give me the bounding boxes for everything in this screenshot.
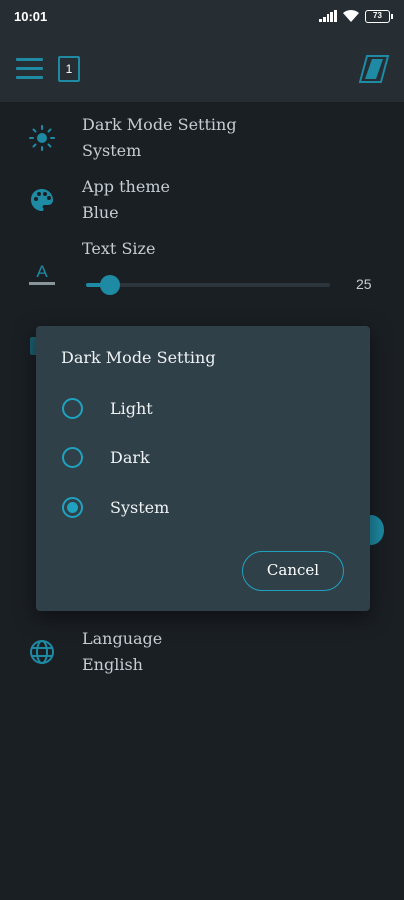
setting-app-theme[interactable]: App theme Blue (0, 172, 404, 232)
setting-value: English (82, 655, 143, 674)
setting-title: Text Size (82, 239, 156, 258)
option-label: Dark (110, 448, 150, 467)
battery-level: 73 (373, 10, 382, 20)
setting-dark-mode[interactable]: Dark Mode Setting System (0, 110, 404, 170)
logo-icon[interactable] (358, 54, 390, 84)
setting-text-size: A Text Size (0, 234, 404, 304)
setting-title: Language (82, 629, 163, 648)
option-light[interactable]: Light (36, 386, 370, 432)
globe-icon (30, 640, 54, 664)
dark-mode-dialog: Dark Mode Setting Light Dark System Canc… (36, 326, 370, 611)
status-bar: 10:01 73 (0, 0, 404, 34)
setting-language[interactable]: Language English (0, 624, 404, 684)
text-size-icon: A (29, 262, 55, 285)
palette-icon (31, 189, 53, 211)
option-label: Light (110, 399, 153, 418)
setting-title: Dark Mode Setting (82, 115, 237, 134)
radio-button[interactable] (62, 398, 83, 419)
option-system[interactable]: System (36, 485, 370, 531)
setting-value: Blue (82, 203, 119, 222)
tab-count-button[interactable]: 1 (58, 56, 80, 82)
setting-value: System (82, 141, 142, 160)
text-size-value: 25 (356, 276, 372, 292)
setting-title: App theme (82, 177, 170, 196)
signal-icon (319, 10, 337, 22)
cancel-button[interactable]: Cancel (242, 551, 344, 591)
brightness-icon (29, 125, 55, 151)
wifi-icon (343, 9, 359, 22)
radio-button[interactable] (62, 447, 83, 468)
option-label: System (110, 498, 170, 517)
option-dark[interactable]: Dark (36, 435, 370, 481)
app-bar: 1 (0, 34, 404, 102)
dialog-title: Dark Mode Setting (61, 348, 216, 367)
radio-button[interactable] (62, 497, 83, 518)
status-icons: 73 (319, 9, 393, 23)
status-time: 10:01 (14, 9, 48, 24)
menu-icon[interactable] (16, 58, 43, 79)
svg-text:A: A (36, 262, 48, 281)
battery-icon: 73 (365, 9, 393, 23)
text-size-slider[interactable] (86, 275, 330, 295)
